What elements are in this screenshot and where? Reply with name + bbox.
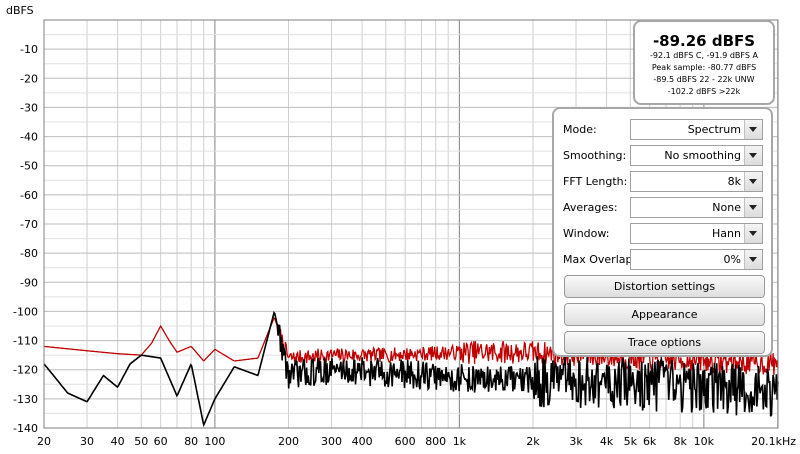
y-axis-label: dBFS xyxy=(6,4,34,17)
x-tick-label: 6k xyxy=(643,435,657,448)
smoothing-select[interactable]: No smoothing xyxy=(630,145,763,166)
x-tick-label: 600 xyxy=(395,435,416,448)
mode-row: Mode: Spectrum xyxy=(563,119,768,141)
trace-options-button[interactable]: Trace options xyxy=(564,331,765,354)
x-tick-label: 60 xyxy=(154,435,168,448)
y-tick-label: -90 xyxy=(20,276,38,289)
x-tick-label: 2k xyxy=(526,435,540,448)
controls-panel: Mode: Spectrum Smoothing: No smoothing F… xyxy=(552,107,773,357)
x-tick-label: 100 xyxy=(204,435,225,448)
window-value: Hann xyxy=(712,227,741,240)
unweighted-level-readout: -89.5 dBFS 22 - 22k UNW xyxy=(653,75,755,84)
fft-length-select[interactable]: 8k xyxy=(630,171,763,192)
mode-value: Spectrum xyxy=(687,123,741,136)
x-tick-label: 300 xyxy=(321,435,342,448)
max-overlap-label: Max Overlap: xyxy=(563,253,637,266)
chevron-down-icon[interactable] xyxy=(744,146,762,165)
distortion-settings-button[interactable]: Distortion settings xyxy=(564,275,765,298)
x-tick-label: 80 xyxy=(184,435,198,448)
x-tick-label: 5k xyxy=(624,435,638,448)
chevron-down-icon[interactable] xyxy=(744,250,762,269)
y-tick-label: -30 xyxy=(20,101,38,114)
mode-label: Mode: xyxy=(563,123,597,136)
level-readout-panel: -89.26 dBFS -92.1 dBFS C, -91.9 dBFS A P… xyxy=(633,20,775,105)
main-level-readout: -89.26 dBFS xyxy=(652,32,756,50)
averages-value: None xyxy=(712,201,741,214)
averages-select[interactable]: None xyxy=(630,197,763,218)
peak-sample-readout: Peak sample: -80.77 dBFS xyxy=(651,63,757,72)
x-tick-label: 1k xyxy=(453,435,467,448)
fft-length-label: FFT Length: xyxy=(563,175,628,188)
y-tick-label: -20 xyxy=(20,72,38,85)
y-tick-label: -50 xyxy=(20,160,38,173)
weighted-level-readout: -92.1 dBFS C, -91.9 dBFS A xyxy=(650,51,758,60)
x-tick-label: 200 xyxy=(278,435,299,448)
y-tick-label: -100 xyxy=(13,305,38,318)
x-tick-label: 400 xyxy=(352,435,373,448)
x-tick-label: 10k xyxy=(694,435,715,448)
x-tick-label: 40 xyxy=(111,435,125,448)
y-tick-label: -140 xyxy=(13,422,38,435)
y-tick-label: -110 xyxy=(13,335,38,348)
rta-window: -10 -20 -30 -40 -50 -60 -70 -80 -90 -100 -110 -120 -… xyxy=(0,0,800,454)
chevron-down-icon[interactable] xyxy=(744,224,762,243)
y-tick-label: -80 xyxy=(20,247,38,260)
window-label: Window: xyxy=(563,227,610,240)
mode-select[interactable]: Spectrum xyxy=(630,119,763,140)
fft-length-row: FFT Length: 8k xyxy=(563,171,768,193)
appearance-button[interactable]: Appearance xyxy=(564,303,765,326)
y-tick-label: -130 xyxy=(13,393,38,406)
smoothing-value: No smoothing xyxy=(664,149,741,162)
window-select[interactable]: Hann xyxy=(630,223,763,244)
window-row: Window: Hann xyxy=(563,223,768,245)
chevron-down-icon[interactable] xyxy=(744,198,762,217)
x-tick-label: 30 xyxy=(80,435,94,448)
max-overlap-select[interactable]: 0% xyxy=(630,249,763,270)
above-22k-level-readout: -102.2 dBFS >22k xyxy=(667,87,741,96)
max-overlap-row: Max Overlap: 0% xyxy=(563,249,768,271)
x-tick-label: 3k xyxy=(569,435,583,448)
chevron-down-icon[interactable] xyxy=(744,172,762,191)
x-tick-label: 4k xyxy=(600,435,614,448)
smoothing-label: Smoothing: xyxy=(563,149,627,162)
y-tick-label: -40 xyxy=(20,131,38,144)
smoothing-row: Smoothing: No smoothing xyxy=(563,145,768,167)
x-tick-label: 8k xyxy=(673,435,687,448)
y-tick-label: -70 xyxy=(20,218,38,231)
max-overlap-value: 0% xyxy=(723,253,741,266)
averages-label: Averages: xyxy=(563,201,618,214)
y-tick-label: -10 xyxy=(20,43,38,56)
averages-row: Averages: None xyxy=(563,197,768,219)
y-tick-label: -120 xyxy=(13,364,38,377)
chevron-down-icon[interactable] xyxy=(744,120,762,139)
x-tick-label: 20 xyxy=(37,435,51,448)
fft-length-value: 8k xyxy=(727,175,741,188)
y-tick-label: -60 xyxy=(20,189,38,202)
x-tick-label: 20.1kHz xyxy=(751,435,796,448)
x-tick-label: 800 xyxy=(425,435,446,448)
x-tick-label: 50 xyxy=(134,435,148,448)
